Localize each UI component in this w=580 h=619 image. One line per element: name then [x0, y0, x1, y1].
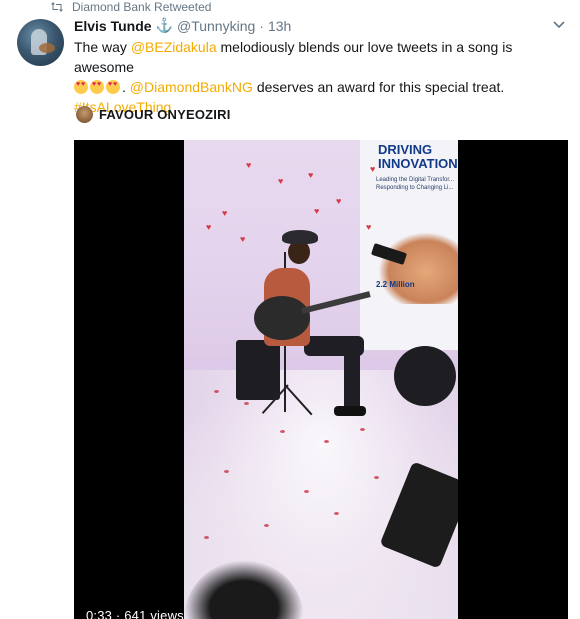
rose-petal	[244, 402, 249, 405]
embedded-video-header[interactable]: FAVOUR ONYEOZIRI	[76, 106, 231, 123]
banner-subtitle: Leading the Digital Transfor... Respondi…	[376, 177, 455, 191]
rose-petal	[324, 440, 329, 443]
rose-petal	[264, 524, 269, 527]
embed-title[interactable]: FAVOUR ONYEOZIRI	[99, 107, 231, 122]
rose-petal	[360, 428, 365, 431]
heart-decoration-icon: ♥	[278, 176, 284, 186]
retweet-context: Diamond Bank Retweeted	[50, 0, 211, 14]
rose-petal	[280, 430, 285, 433]
mention-link[interactable]: @BEZidakula	[131, 39, 217, 55]
tweet-text-part: The way	[74, 39, 131, 55]
tweet-header: Elvis Tunde ⚓ @Tunnyking · 13h	[74, 17, 291, 34]
heart-decoration-icon: ♥	[206, 222, 212, 232]
heart-eyes-emoji-icon	[90, 80, 104, 94]
separator-dot: ·	[259, 17, 264, 34]
heart-decoration-icon: ♥	[308, 170, 314, 180]
rose-petal	[334, 512, 339, 515]
embed-avatar	[76, 106, 93, 123]
anchor-icon: ⚓	[155, 17, 173, 33]
guitar	[254, 296, 310, 340]
heart-decoration-icon: ♥	[240, 234, 246, 244]
rose-petal	[304, 490, 309, 493]
video-stats: 0:33 · 641 views	[86, 608, 184, 619]
musician-shoe	[334, 406, 366, 416]
retweet-label[interactable]: Diamond Bank Retweeted	[72, 0, 211, 14]
heart-decoration-icon: ♥	[314, 206, 320, 216]
banner-title-line1: DRIVING	[378, 142, 433, 157]
tweet-text-part: .	[122, 79, 130, 95]
rose-petal	[224, 470, 229, 473]
tweet-timestamp[interactable]: 13h	[268, 18, 291, 34]
banner-stat: 2.2 Million	[376, 280, 415, 289]
video-frame[interactable]: DRIVING INNOVATION Leading the Digital T…	[184, 140, 458, 619]
tweet-text: The way @BEZidakula melodiously blends o…	[74, 37, 564, 117]
author-handle[interactable]: @Tunnyking	[177, 18, 255, 34]
author-name[interactable]: Elvis Tunde	[74, 18, 152, 34]
heart-decoration-icon: ♥	[370, 164, 376, 174]
heart-eyes-emoji-icon	[74, 80, 88, 94]
hand-image	[378, 232, 458, 304]
heart-eyes-emoji-icon	[106, 80, 120, 94]
tweet-text-part: deserves an award for this special treat…	[252, 79, 505, 95]
retweet-icon	[51, 2, 63, 12]
musician-shin	[344, 350, 360, 410]
heart-decoration-icon: ♥	[246, 160, 252, 170]
heart-decoration-icon: ♥	[222, 208, 228, 218]
mention-link[interactable]: @DiamondBankNG	[130, 79, 253, 95]
banner-title-line2: INNOVATION	[378, 156, 458, 171]
rose-petal	[374, 476, 379, 479]
author-avatar[interactable]	[17, 19, 64, 66]
musician-hat	[282, 230, 318, 244]
rose-petal	[214, 390, 219, 393]
chevron-down-icon[interactable]	[552, 20, 566, 30]
heart-decoration-icon: ♥	[336, 196, 342, 206]
video-player[interactable]: DRIVING INNOVATION Leading the Digital T…	[74, 140, 568, 619]
amplifier	[236, 340, 280, 400]
drum	[394, 346, 456, 406]
rose-petal	[204, 536, 209, 539]
heart-decoration-icon: ♥	[366, 222, 372, 232]
